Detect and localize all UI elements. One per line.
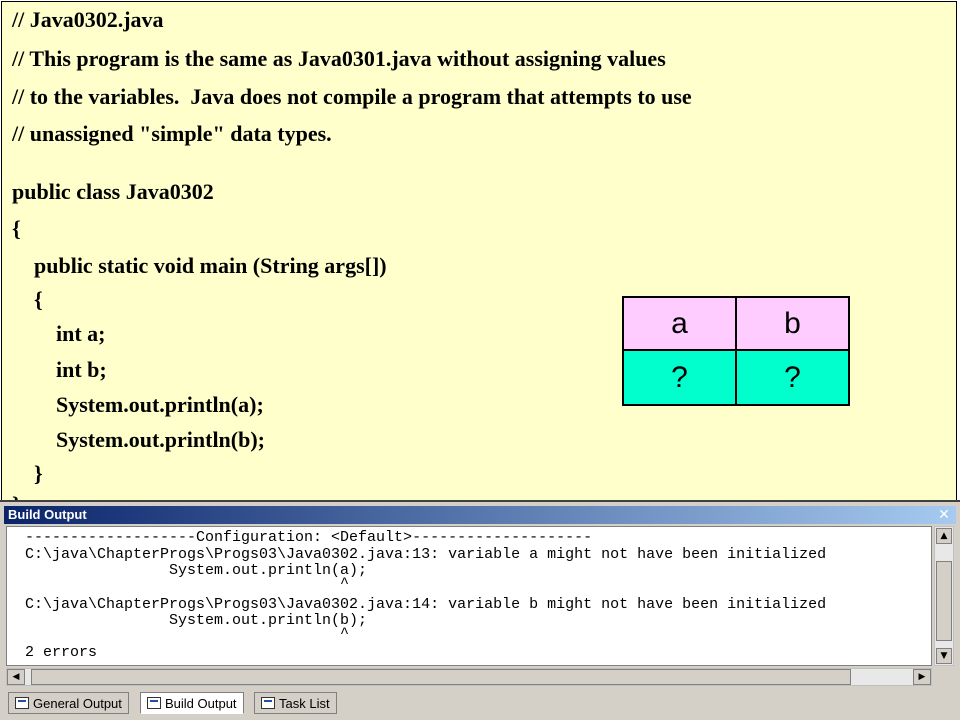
build-output-titlebar[interactable]: Build Output ✕ <box>4 506 956 524</box>
close-icon[interactable]: ✕ <box>936 507 952 522</box>
tab-label: Build Output <box>165 695 237 711</box>
memory-table: a b ? ? <box>622 296 850 406</box>
checklist-icon <box>261 697 275 709</box>
code-brace: { <box>12 287 43 312</box>
tab-build-output[interactable]: Build Output <box>140 692 244 714</box>
build-output-text[interactable]: -------------------Configuration: <Defau… <box>6 526 932 666</box>
horizontal-scrollbar[interactable]: ◀ ▶ <box>6 668 932 686</box>
memory-value-b: ? <box>737 351 848 404</box>
scroll-up-icon[interactable]: ▲ <box>936 528 952 544</box>
code-brace: { <box>12 216 21 241</box>
code-comment-line: // unassigned "simple" data types. <box>12 121 332 146</box>
window-icon <box>15 697 29 709</box>
tab-label: Task List <box>279 695 330 711</box>
memory-header-b: b <box>737 298 848 351</box>
output-line: C:\java\ChapterProgs\Progs03\Java0302.ja… <box>25 546 827 563</box>
code-statement: System.out.println(a); <box>12 392 264 417</box>
scroll-thumb[interactable] <box>936 561 952 641</box>
build-output-window: Build Output ✕ -------------------Config… <box>0 500 960 720</box>
output-line: -------------------Configuration: <Defau… <box>25 529 593 546</box>
code-comment-line: // Java0302.java <box>12 7 164 32</box>
code-statement: int b; <box>12 357 107 382</box>
window-icon <box>147 697 161 709</box>
scroll-left-icon[interactable]: ◀ <box>7 669 25 685</box>
tab-general-output[interactable]: General Output <box>8 692 129 714</box>
output-line: 2 errors <box>25 644 98 661</box>
output-tabbar: General Output Build Output Task List <box>4 690 956 718</box>
code-statement: System.out.println(b); <box>12 427 266 452</box>
memory-header-a: a <box>624 298 737 351</box>
horizontal-scroll-thumb[interactable] <box>31 669 851 685</box>
output-line: ^ <box>25 625 350 642</box>
output-line: ^ <box>25 575 350 592</box>
code-main-declaration: public static void main (String args[]) <box>12 253 387 278</box>
code-panel: // Java0302.java // This program is the … <box>1 1 957 501</box>
code-statement: int a; <box>12 321 106 346</box>
scroll-right-icon[interactable]: ▶ <box>913 669 931 685</box>
window-title: Build Output <box>8 507 87 522</box>
tab-label: General Output <box>33 695 122 711</box>
code-comment-line: // to the variables. Java does not compi… <box>12 84 692 109</box>
tab-task-list[interactable]: Task List <box>254 692 337 714</box>
code-class-declaration: public class Java0302 <box>12 179 214 204</box>
code-brace: } <box>12 461 43 486</box>
vertical-scrollbar[interactable]: ▲ ▼ <box>934 526 954 666</box>
scroll-down-icon[interactable]: ▼ <box>936 648 952 664</box>
output-line: C:\java\ChapterProgs\Progs03\Java0302.ja… <box>25 596 827 613</box>
code-comment-line: // This program is the same as Java0301.… <box>12 46 666 71</box>
memory-value-a: ? <box>624 351 737 404</box>
